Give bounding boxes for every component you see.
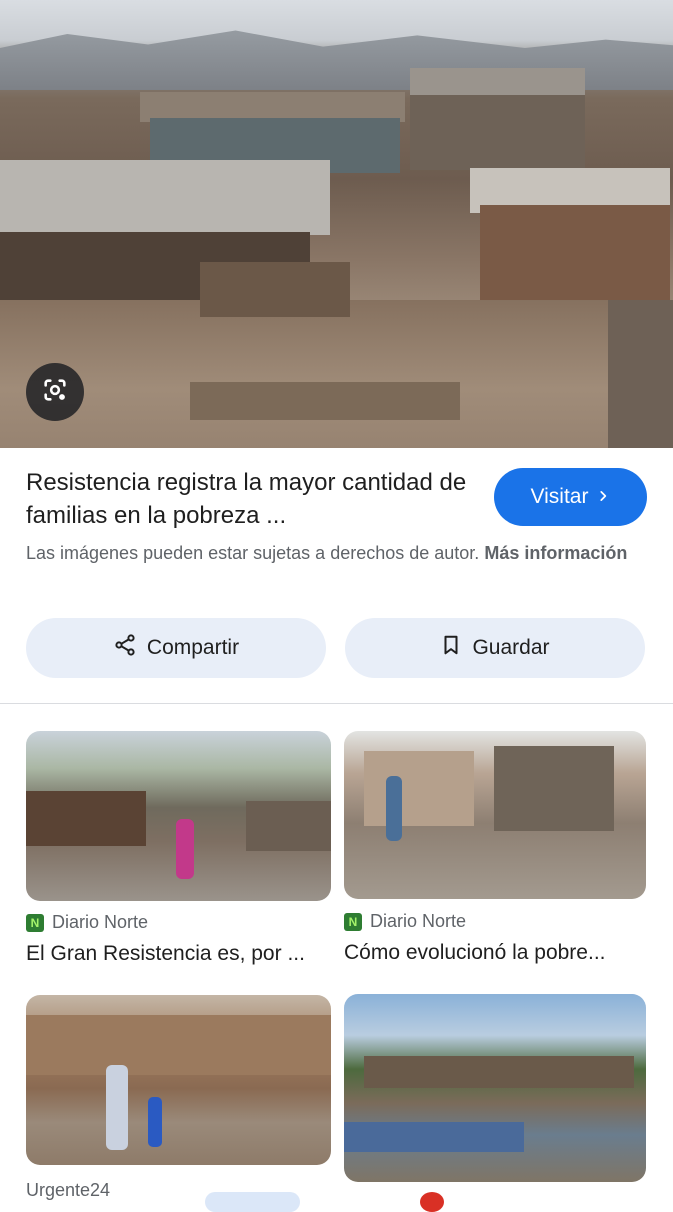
hero-cart — [200, 262, 350, 317]
diario-norte-favicon: N — [26, 913, 44, 932]
chevron-right-icon — [596, 485, 610, 509]
google-lens-icon — [41, 376, 69, 409]
thumb-person — [386, 776, 402, 841]
related-source-label: Diario Norte — [52, 912, 149, 932]
more-info-link[interactable]: Más información — [484, 543, 627, 563]
thumb-shack — [26, 791, 146, 846]
copyright-notice: Las imágenes pueden estar sujetas a dere… — [26, 540, 646, 566]
related-caption-1[interactable]: El Gran Resistencia es, por ... — [26, 942, 326, 966]
thumb-water — [344, 1122, 524, 1152]
thumb-shack — [364, 751, 474, 826]
related-source-label: Diario Norte — [370, 911, 467, 931]
hero-ground — [0, 300, 673, 448]
hero-cart — [190, 382, 460, 420]
thumb-shack — [26, 1015, 331, 1075]
share-button[interactable]: Compartir — [26, 618, 326, 678]
share-label: Compartir — [146, 636, 240, 659]
visit-button[interactable]: Visitar — [494, 468, 647, 526]
section-divider — [0, 703, 673, 704]
thumb-person — [106, 1065, 128, 1150]
save-button[interactable]: Guardar — [345, 618, 645, 678]
related-source-2[interactable]: N Diario Norte — [344, 911, 466, 932]
related-thumbnail-3[interactable] — [26, 995, 331, 1165]
thumb-shack — [364, 1056, 634, 1088]
save-label: Guardar — [472, 636, 550, 659]
bottom-nav-badge[interactable] — [420, 1192, 444, 1212]
bookmark-icon — [440, 633, 462, 663]
related-thumbnail-2[interactable] — [344, 731, 646, 899]
diario-norte-favicon: N — [344, 912, 362, 931]
hero-post — [608, 300, 673, 448]
thumb-person — [176, 819, 194, 879]
share-icon — [113, 633, 137, 663]
copyright-text: Las imágenes pueden estar sujetas a dere… — [26, 543, 480, 563]
google-lens-button[interactable] — [26, 363, 84, 421]
thumb-shack — [246, 801, 331, 851]
hero-shack — [480, 205, 670, 305]
related-caption-2[interactable]: Cómo evolucionó la pobre... — [344, 941, 644, 965]
hero-roof — [410, 68, 585, 98]
result-title[interactable]: Resistencia registra la mayor cantidad d… — [26, 466, 481, 532]
visit-label: Visitar — [530, 485, 589, 508]
related-source-3[interactable]: Urgente24 — [26, 1180, 110, 1201]
related-thumbnail-1[interactable] — [26, 731, 331, 901]
thumb-person — [148, 1097, 162, 1147]
hero-shack — [410, 95, 585, 170]
hero-roof — [0, 160, 330, 235]
thumb-shack — [494, 746, 614, 831]
related-thumbnail-4[interactable] — [344, 994, 646, 1182]
related-source-1[interactable]: N Diario Norte — [26, 912, 148, 933]
hero-image[interactable] — [0, 0, 673, 448]
bottom-nav-pill[interactable] — [205, 1192, 300, 1212]
